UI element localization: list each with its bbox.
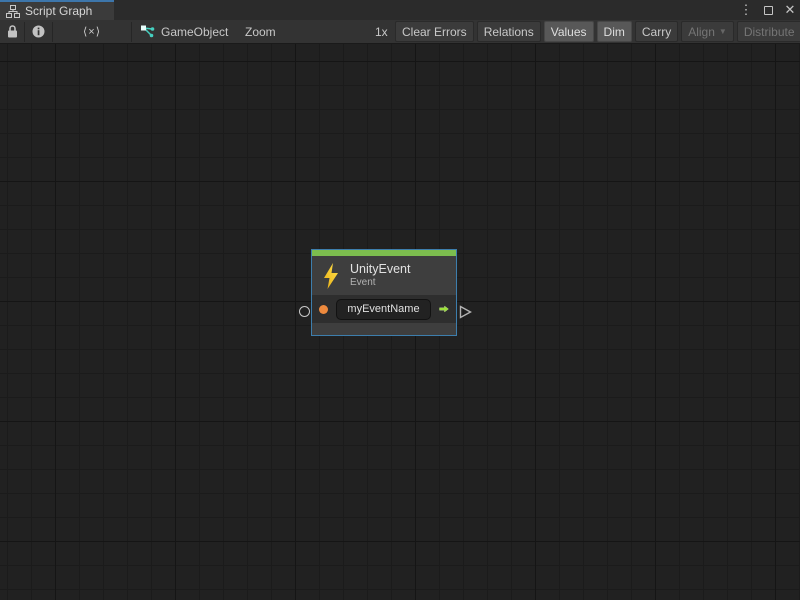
graph-toolbar: ⟨×⟩ GameObject Zoom 1x Clear Errors Rela… <box>0 20 800 44</box>
event-name-input-port[interactable] <box>319 305 328 314</box>
graph-canvas[interactable]: UnityEvent Event <box>0 44 800 600</box>
relations-button[interactable]: Relations <box>477 21 541 42</box>
dim-button[interactable]: Dim <box>597 21 632 42</box>
info-button[interactable] <box>25 20 52 43</box>
triangle-port-icon[interactable] <box>459 305 472 319</box>
lightning-bolt-icon <box>322 263 340 289</box>
circle-port-icon[interactable] <box>299 306 310 317</box>
node-subtitle: Event <box>350 277 410 289</box>
code-brackets-icon: ⟨×⟩ <box>83 25 101 38</box>
tab-script-graph[interactable]: Script Graph <box>0 0 114 20</box>
close-icon[interactable]: ✕ <box>782 2 798 18</box>
target-label: GameObject <box>161 25 228 39</box>
graph-asset-icon <box>140 25 155 39</box>
edit-graph-button[interactable]: ⟨×⟩ <box>53 20 131 43</box>
carry-button[interactable]: Carry <box>635 21 678 42</box>
align-dropdown[interactable]: Align▼ <box>681 21 734 42</box>
maximize-icon[interactable] <box>760 2 776 18</box>
values-button[interactable]: Values <box>544 21 594 42</box>
node-port-row <box>312 295 456 323</box>
node-title: UnityEvent <box>350 262 410 277</box>
lock-icon <box>7 25 18 38</box>
unity-event-node[interactable]: UnityEvent Event <box>311 249 457 336</box>
title-bar: Script Graph ⋮ ✕ <box>0 0 800 20</box>
green-arrow-icon[interactable] <box>439 302 449 316</box>
script-graph-icon <box>6 5 20 18</box>
toolbar-buttons: Clear Errors Relations Values Dim Carry … <box>395 21 800 42</box>
zoom-label: Zoom <box>245 25 276 39</box>
script-graph-window: Script Graph ⋮ ✕ ⟨×⟩ <box>0 0 800 600</box>
kebab-menu-icon[interactable]: ⋮ <box>738 2 754 18</box>
info-icon <box>32 25 45 38</box>
chevron-down-icon: ▼ <box>719 27 727 36</box>
node-titles: UnityEvent Event <box>350 262 410 289</box>
event-name-field[interactable] <box>336 299 431 320</box>
node-header: UnityEvent Event <box>312 256 456 295</box>
zoom-value: 1x <box>375 25 388 39</box>
distribute-dropdown[interactable]: Distribute▼ <box>737 21 800 42</box>
separator <box>131 22 132 42</box>
window-controls: ⋮ ✕ <box>738 0 798 20</box>
lock-button[interactable] <box>0 20 24 43</box>
tab-title: Script Graph <box>25 4 92 18</box>
clear-errors-button[interactable]: Clear Errors <box>395 21 474 42</box>
node-footer <box>312 323 456 335</box>
graph-target[interactable]: GameObject <box>140 20 228 43</box>
